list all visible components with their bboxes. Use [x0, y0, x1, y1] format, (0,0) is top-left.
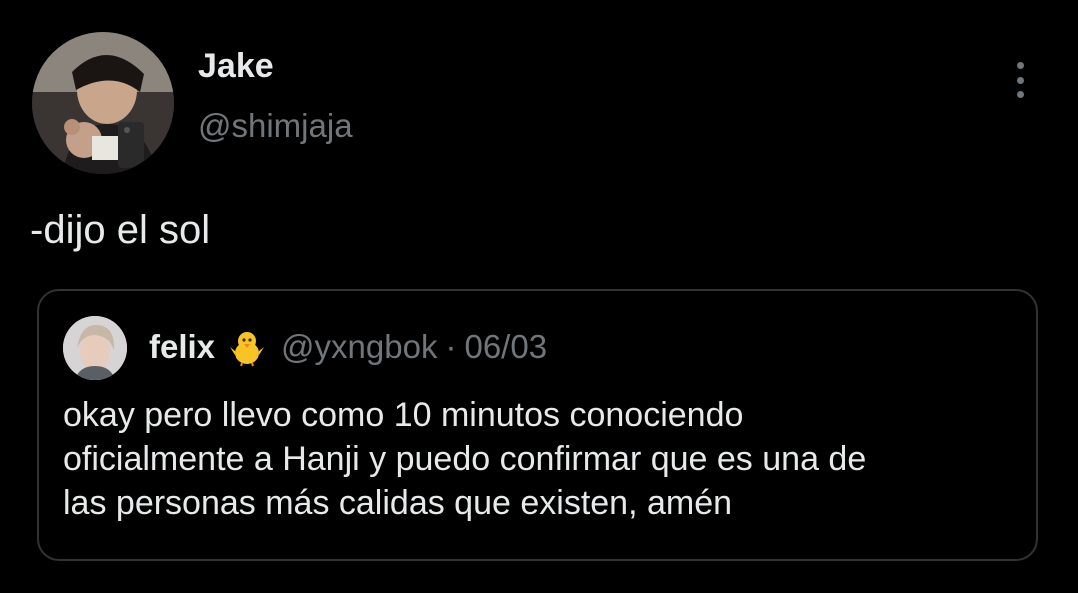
quoted-tweet-text-line: okay pero llevo como 10 minutos conocien…	[63, 396, 744, 434]
more-dot	[1016, 76, 1024, 84]
quoted-tweet-text-line: las personas más calidas que existen, am…	[63, 484, 733, 522]
quoted-author-name[interactable]: felix	[149, 328, 215, 366]
author-avatar-image	[32, 32, 174, 174]
author-name[interactable]: Jake	[198, 46, 274, 86]
quoted-author-handle[interactable]: @yxngbok	[281, 328, 437, 366]
tweet-text: -dijo el sol	[30, 208, 211, 252]
quoted-tweet-date[interactable]: 06/03	[464, 328, 547, 366]
more-dot	[1016, 62, 1024, 69]
quoted-tweet-card[interactable]: felix @yxngbok · 06/03 okay pero llevo c…	[37, 289, 1038, 561]
quoted-author-avatar[interactable]	[63, 316, 127, 380]
header-separator: ·	[445, 328, 457, 365]
quoted-tweet-text: okay pero llevo como 10 minutos conocien…	[63, 393, 1013, 525]
quoted-tweet-text-line: oficialmente a Hanji y puedo confirmar q…	[63, 440, 867, 478]
baby-chick-emoji-icon	[230, 332, 265, 367]
more-dot	[1016, 91, 1024, 98]
author-handle[interactable]: @shimjaja	[198, 106, 353, 146]
author-avatar[interactable]	[32, 32, 174, 174]
more-options-icon[interactable]	[1004, 60, 1036, 100]
quoted-tweet-header: felix @yxngbok · 06/03	[149, 325, 547, 369]
quoted-author-avatar-image	[63, 316, 127, 380]
